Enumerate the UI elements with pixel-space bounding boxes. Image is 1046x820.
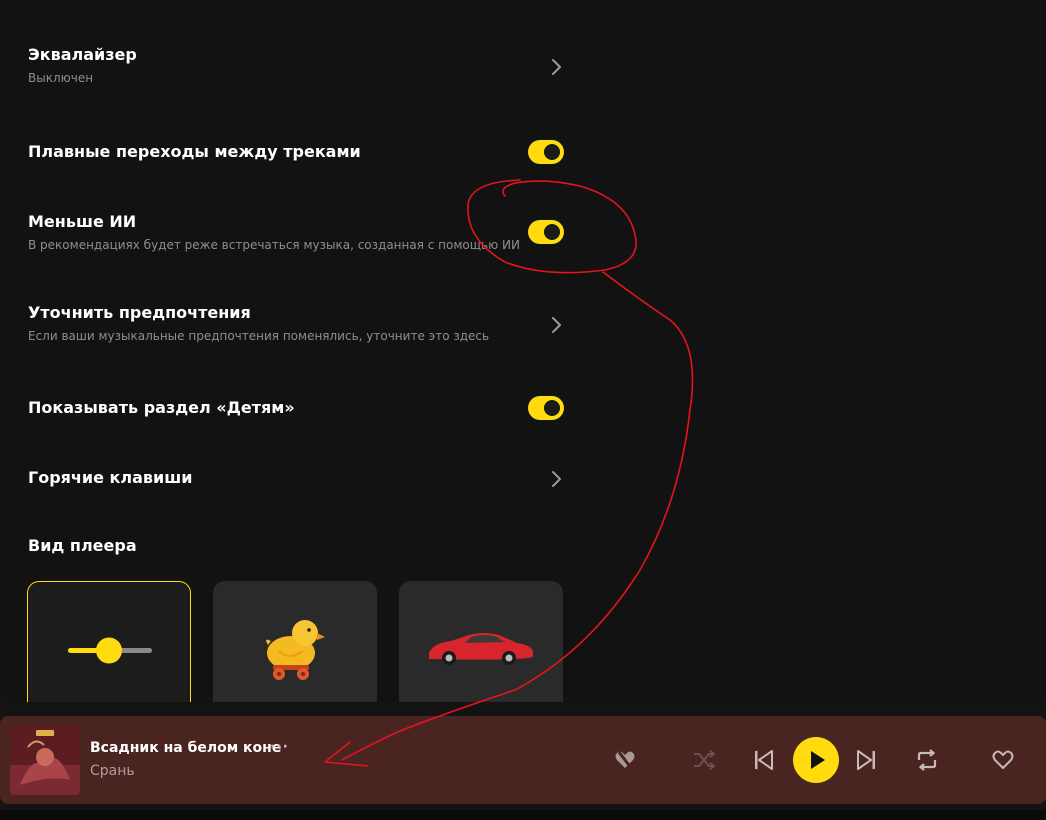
toggle-knob (544, 144, 560, 160)
equalizer-row[interactable]: Эквалайзер Выключен (28, 45, 564, 95)
less-ai-description: В рекомендациях будет реже встречаться м… (28, 238, 520, 252)
preferences-description: Если ваши музыкальные предпочтения помен… (28, 329, 490, 343)
chevron-right-icon[interactable] (548, 314, 564, 336)
player-bar: Всадник на белом коне ··· Срань (0, 716, 1046, 804)
preferences-row[interactable]: Уточнить предпочтения Если ваши музыкаль… (28, 303, 564, 353)
chevron-right-icon[interactable] (548, 468, 564, 490)
player-skin-duck[interactable] (213, 581, 377, 702)
crossfade-toggle[interactable] (528, 140, 564, 164)
dislike-icon[interactable] (613, 748, 637, 772)
less-ai-toggle[interactable] (528, 220, 564, 244)
album-art-image (10, 725, 80, 795)
player-skin-car[interactable] (399, 581, 563, 702)
chevron-right-icon[interactable] (548, 56, 564, 78)
hotkeys-row[interactable]: Горячие клавиши (28, 468, 564, 492)
kids-row: Показывать раздел «Детям» (28, 396, 564, 422)
player-view-title: Вид плеера (28, 536, 137, 555)
next-icon[interactable] (856, 749, 878, 771)
album-cover[interactable] (10, 725, 80, 795)
duck-toy-icon (266, 620, 325, 680)
settings-panel: Эквалайзер Выключен Плавные переходы меж… (0, 0, 1046, 702)
hotkeys-title: Горячие клавиши (28, 468, 193, 487)
track-more-button[interactable]: ··· (270, 739, 289, 755)
less-ai-title: Меньше ИИ (28, 212, 137, 231)
previous-icon[interactable] (752, 749, 774, 771)
window-bottom-edge (0, 810, 1046, 820)
crossfade-title: Плавные переходы между треками (28, 142, 361, 161)
toggle-knob (544, 224, 560, 240)
track-artist[interactable]: Срань (90, 763, 135, 779)
kids-toggle[interactable] (528, 396, 564, 420)
less-ai-row: Меньше ИИ В рекомендациях будет реже вст… (28, 212, 564, 256)
play-button[interactable] (793, 737, 839, 783)
slider-icon (68, 637, 152, 664)
repeat-icon[interactable] (914, 748, 940, 772)
equalizer-title: Эквалайзер (28, 45, 137, 64)
player-skin-default[interactable] (27, 581, 191, 702)
kids-title: Показывать раздел «Детям» (28, 398, 295, 417)
toggle-knob (544, 400, 560, 416)
track-title[interactable]: Всадник на белом коне (90, 740, 281, 756)
play-icon (811, 751, 825, 769)
sports-car-icon (429, 633, 533, 665)
shuffle-icon[interactable] (692, 749, 716, 771)
equalizer-status: Выключен (28, 71, 94, 85)
like-icon[interactable] (991, 749, 1015, 771)
preferences-title: Уточнить предпочтения (28, 303, 251, 322)
crossfade-row: Плавные переходы между треками (28, 140, 564, 166)
